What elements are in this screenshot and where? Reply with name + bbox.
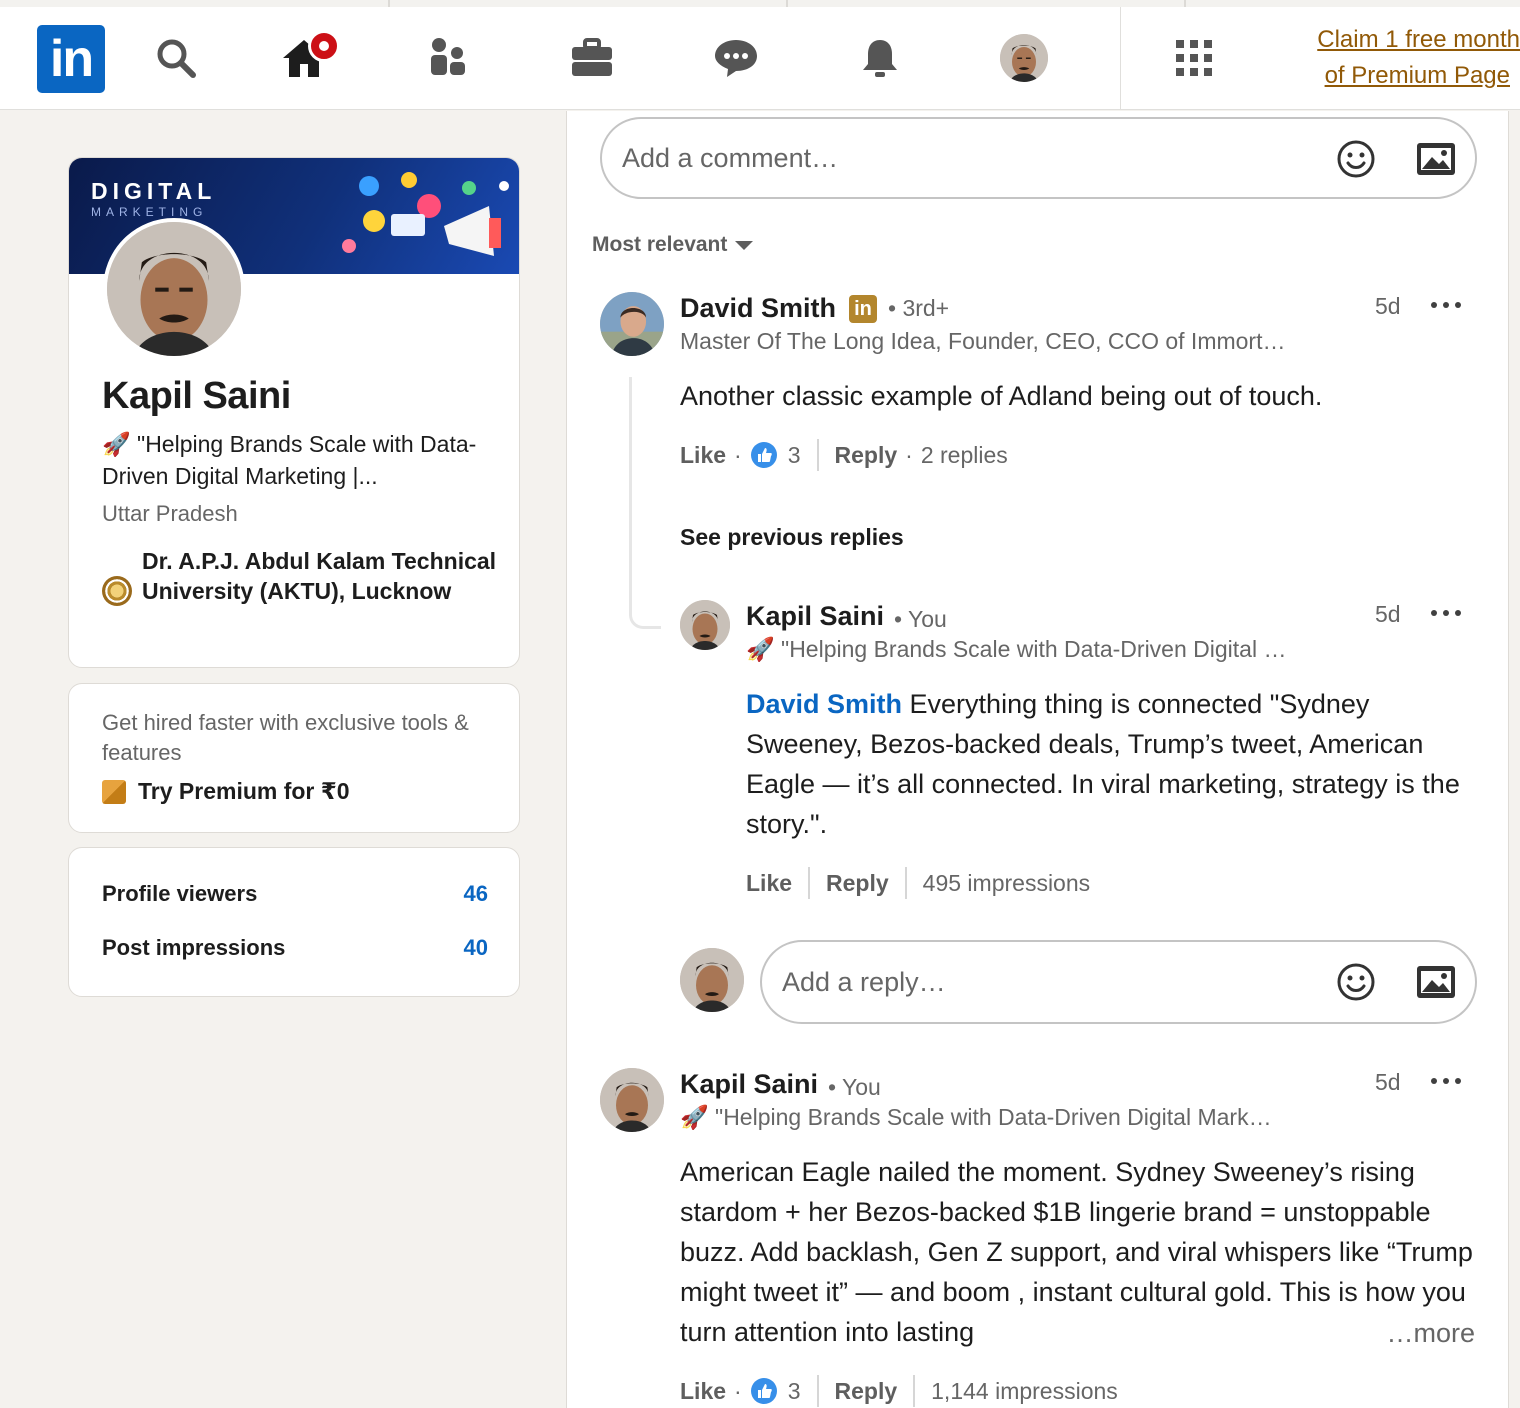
messaging-icon[interactable] [708, 30, 764, 86]
comments-panel: Most relevant David Smith in • 3rd+ Mast… [566, 111, 1509, 1408]
more-options-icon[interactable] [1431, 603, 1461, 623]
reply-button[interactable]: Reply [826, 870, 889, 897]
post-impressions-row[interactable]: Post impressions 40 [102, 935, 488, 961]
notifications-icon[interactable] [852, 30, 908, 86]
commenter-avatar[interactable] [600, 1068, 664, 1132]
comment-time: 5d [1375, 293, 1401, 319]
premium-gold-icon [102, 779, 126, 804]
mention-link[interactable]: David Smith [746, 689, 902, 719]
banner-title: DIGITAL [91, 178, 217, 204]
commenter-avatar[interactable] [600, 292, 664, 356]
stat-value[interactable]: 40 [464, 935, 488, 961]
profile-card: DIGITAL MARKETING Kapil Saini 🚀 "Helping… [68, 157, 520, 668]
reply-text: David Smith Everything thing is connecte… [746, 684, 1476, 844]
comment-author[interactable]: David Smith [680, 293, 836, 324]
like-count[interactable]: 3 [788, 1378, 801, 1405]
search-icon[interactable] [148, 30, 204, 86]
like-button[interactable]: Like [746, 870, 792, 897]
reply-box[interactable] [760, 940, 1477, 1024]
comment-actions: Like · 3 Reply · 2 replies [680, 439, 1008, 471]
premium-upsell-text: Get hired faster with exclusive tools & … [102, 710, 469, 765]
linkedin-premium-icon: in [849, 295, 877, 323]
connection-degree: • You [894, 606, 947, 632]
more-options-icon[interactable] [1431, 1071, 1461, 1091]
see-previous-replies-button[interactable]: See previous replies [680, 524, 904, 551]
my-network-icon[interactable] [420, 30, 476, 86]
comment-box[interactable] [600, 117, 1477, 199]
image-icon[interactable] [1414, 137, 1458, 181]
profile-name[interactable]: Kapil Saini [102, 375, 291, 418]
like-button[interactable]: Like [680, 1378, 726, 1405]
reply-button[interactable]: Reply [835, 1378, 898, 1405]
emoji-icon[interactable] [1334, 137, 1378, 181]
comment-author-headline: 🚀 "Helping Brands Scale with Data-Driven… [680, 1104, 1272, 1130]
more-options-icon[interactable] [1431, 295, 1461, 315]
reply-button[interactable]: Reply [835, 442, 898, 469]
comment-author[interactable]: Kapil Saini [680, 1069, 818, 1100]
like-reaction-icon[interactable] [750, 1377, 778, 1405]
emoji-icon[interactable] [1334, 960, 1378, 1004]
thread-line [629, 377, 661, 629]
banner-illustration [342, 172, 509, 256]
comment-author-headline: Master Of The Long Idea, Founder, CEO, C… [680, 328, 1286, 354]
my-avatar [680, 948, 744, 1012]
like-reaction-icon[interactable] [750, 441, 778, 469]
comment-time: 5d [1375, 1069, 1401, 1095]
browser-strip [0, 0, 1520, 7]
premium-link-line2[interactable]: of Premium Page [1290, 58, 1520, 94]
see-more-link[interactable]: …more [1380, 1318, 1475, 1349]
reply-author-headline: 🚀 "Helping Brands Scale with Data-Driven… [746, 636, 1287, 662]
reply-actions: Like Reply 495 impressions [746, 867, 1090, 899]
me-avatar[interactable] [1000, 34, 1048, 82]
notification-badge [308, 30, 340, 62]
try-premium-link[interactable]: Try Premium for ₹0 [102, 778, 350, 805]
education-name[interactable]: Dr. A.P.J. Abdul Kalam Technical Univers… [142, 546, 512, 606]
banner-subtitle: MARKETING [91, 205, 208, 219]
work-grid-icon[interactable] [1166, 30, 1222, 86]
reply-author[interactable]: Kapil Saini [746, 601, 884, 632]
connection-degree: • 3rd+ [888, 295, 950, 321]
premium-page-link[interactable]: Claim 1 free month of Premium Page [1290, 22, 1520, 94]
comment-input[interactable] [622, 119, 1272, 197]
replies-count[interactable]: 2 replies [921, 442, 1008, 469]
try-premium-label[interactable]: Try Premium for ₹0 [138, 778, 350, 805]
stat-label: Profile viewers [102, 881, 258, 906]
linkedin-logo[interactable]: in [37, 25, 105, 93]
profile-headline: 🚀 "Helping Brands Scale with Data-Driven… [102, 431, 477, 489]
profile-stats-card: Profile viewers 46 Post impressions 40 [68, 847, 520, 997]
like-button[interactable]: Like [680, 442, 726, 469]
image-icon[interactable] [1414, 960, 1458, 1004]
sort-dropdown[interactable]: Most relevant [592, 233, 754, 257]
sort-label[interactable]: Most relevant [592, 233, 727, 257]
stat-value[interactable]: 46 [464, 881, 488, 907]
comment-actions: Like · 3 Reply 1,144 impressions [680, 1375, 1118, 1407]
premium-upsell-card[interactable]: Get hired faster with exclusive tools & … [68, 683, 520, 833]
premium-link-line1[interactable]: Claim 1 free month [1290, 22, 1520, 58]
profile-location: Uttar Pradesh [102, 501, 238, 526]
comment-time: 5d [1375, 601, 1401, 627]
university-seal-icon [102, 576, 132, 606]
jobs-icon[interactable] [564, 30, 620, 86]
profile-photo[interactable] [103, 218, 245, 360]
caret-down-icon [735, 240, 754, 250]
commenter-avatar[interactable] [680, 600, 730, 650]
impressions-count[interactable]: 1,144 impressions [931, 1378, 1118, 1405]
comment-text: Another classic example of Adland being … [680, 381, 1323, 411]
connection-degree: • You [828, 1074, 881, 1100]
impressions-count[interactable]: 495 impressions [923, 870, 1090, 897]
top-navigation: in Claim 1 free month of Premium Page [0, 0, 1520, 110]
stat-label: Post impressions [102, 935, 286, 960]
comment-text: American Eagle nailed the moment. Sydney… [680, 1157, 1473, 1347]
profile-viewers-row[interactable]: Profile viewers 46 [102, 881, 488, 907]
nav-divider [1120, 7, 1121, 110]
like-count[interactable]: 3 [788, 442, 801, 469]
